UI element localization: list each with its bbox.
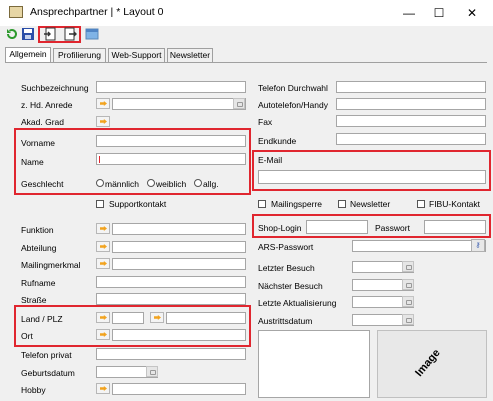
funktion-lookup-button[interactable] [96, 223, 110, 234]
endkunde-label: Endkunde [258, 136, 297, 146]
tab-web-support[interactable]: Web-Support [108, 48, 165, 62]
export-icon[interactable] [63, 27, 77, 41]
land-plz-label: Land / PLZ [21, 314, 63, 324]
ars-passwort-input[interactable] [352, 240, 486, 252]
suchbezeichnung-label: Suchbezeichnung [21, 83, 89, 93]
fax-input[interactable] [336, 115, 486, 127]
hobby-input[interactable] [112, 383, 246, 395]
notes-textarea[interactable] [258, 330, 370, 398]
fibu-kontakt-checkbox[interactable] [417, 200, 425, 208]
radio-allg[interactable] [194, 179, 202, 187]
naechster-besuch-label: Nächster Besuch [258, 281, 323, 291]
hobby-lookup-button[interactable] [96, 383, 110, 394]
supportkontakt-label: Supportkontakt [109, 199, 167, 209]
passwort-label: Passwort [375, 223, 410, 233]
geburtsdatum-label: Geburtsdatum [21, 368, 75, 378]
supportkontakt-checkbox[interactable] [96, 200, 104, 208]
telefon-durchwahl-label: Telefon Durchwahl [258, 83, 328, 93]
letzter-besuch-label: Letzter Besuch [258, 263, 315, 273]
fibu-kontakt-label: FIBU-Kontakt [429, 199, 481, 209]
import-icon[interactable] [43, 27, 57, 41]
funktion-input[interactable] [112, 223, 246, 235]
letzter-besuch-calendar-icon[interactable] [402, 261, 414, 272]
radio-weiblich-label: weiblich [156, 179, 187, 189]
minimize-button[interactable]: — [395, 2, 423, 24]
key-icon[interactable]: ⚷ [471, 239, 485, 252]
newsletter-checkbox[interactable] [338, 200, 346, 208]
autotelefon-label: Autotelefon/Handy [258, 100, 328, 110]
mailingmerkmal-lookup-button[interactable] [96, 258, 110, 269]
tab-newsletter[interactable]: Newsletter [167, 48, 213, 62]
radio-maennlich-label: männlich [105, 179, 140, 189]
vorname-label: Vorname [21, 138, 56, 148]
image-label: Image [413, 346, 443, 380]
radio-maennlich[interactable] [96, 179, 104, 187]
rufname-label: Rufname [21, 278, 56, 288]
mailingsperre-label: Mailingsperre [271, 199, 323, 209]
window-icon[interactable] [85, 27, 99, 41]
ars-passwort-label: ARS-Passwort [258, 242, 314, 252]
autotelefon-input[interactable] [336, 98, 486, 110]
letzte-aktualisierung-calendar-icon[interactable] [402, 296, 414, 307]
austrittsdatum-calendar-icon[interactable] [402, 314, 414, 325]
telefon-privat-input[interactable] [96, 348, 246, 360]
newsletter-label: Newsletter [350, 199, 391, 209]
shop-login-input[interactable] [306, 220, 368, 234]
hobby-label: Hobby [21, 385, 46, 395]
strasse-input[interactable] [96, 293, 246, 305]
land-input[interactable] [112, 312, 144, 324]
name-input[interactable] [96, 153, 246, 165]
mailingmerkmal-label: Mailingmerkmal [21, 260, 81, 270]
close-button[interactable]: ✕ [458, 2, 486, 24]
rufname-input[interactable] [96, 276, 246, 288]
passwort-input[interactable] [424, 220, 486, 234]
save-icon[interactable] [21, 27, 35, 41]
letzte-aktualisierung-label: Letzte Aktualisierung [258, 298, 337, 308]
abteilung-input[interactable] [112, 241, 246, 253]
naechster-besuch-calendar-icon[interactable] [402, 279, 414, 290]
radio-weiblich[interactable] [147, 179, 155, 187]
grad-lookup-button[interactable] [96, 116, 110, 127]
mailingmerkmal-input[interactable] [112, 258, 246, 270]
email-label: E-Mail [258, 155, 283, 165]
endkunde-input[interactable] [336, 133, 486, 145]
land-lookup-button[interactable] [96, 312, 110, 323]
telefon-durchwahl-input[interactable] [336, 81, 486, 93]
anrede-label: z. Hd. Anrede [21, 100, 73, 110]
anrede-lookup-button[interactable] [96, 98, 110, 109]
geschlecht-label: Geschlecht [21, 179, 64, 189]
mailingsperre-checkbox[interactable] [258, 200, 266, 208]
shop-login-label: Shop-Login [258, 223, 302, 233]
ort-lookup-button[interactable] [96, 329, 110, 340]
text-cursor [99, 156, 100, 163]
abteilung-lookup-button[interactable] [96, 241, 110, 252]
radio-allg-label: allg. [203, 179, 219, 189]
geburtsdatum-calendar-icon[interactable] [146, 366, 158, 377]
fax-label: Fax [258, 117, 273, 127]
austrittsdatum-label: Austrittsdatum [258, 316, 313, 326]
tab-profilierung[interactable]: Profilierung [53, 48, 106, 62]
image-placeholder[interactable]: Image [377, 330, 487, 398]
window-title: Ansprechpartner | * Layout 0 [30, 6, 164, 18]
email-input[interactable] [258, 170, 486, 184]
vorname-input[interactable] [96, 135, 246, 147]
refresh-icon[interactable] [5, 27, 19, 41]
anrede-dropdown-icon[interactable] [233, 98, 245, 109]
plz-lookup-button[interactable] [150, 312, 164, 323]
plz-input[interactable] [166, 312, 246, 324]
telefon-privat-label: Telefon privat [21, 350, 72, 360]
abteilung-label: Abteilung [21, 243, 57, 253]
maximize-button[interactable]: ☐ [425, 2, 453, 24]
tab-allgemein[interactable]: Allgemein [5, 47, 51, 63]
anrede-select[interactable] [112, 98, 246, 110]
strasse-label: Straße [21, 295, 47, 305]
tab-divider [5, 62, 487, 63]
name-label: Name [21, 157, 44, 167]
funktion-label: Funktion [21, 225, 54, 235]
grad-label: Akad. Grad [21, 117, 64, 127]
ort-label: Ort [21, 331, 33, 341]
app-icon [9, 6, 23, 18]
ort-input[interactable] [112, 329, 246, 341]
suchbezeichnung-input[interactable] [96, 81, 246, 93]
